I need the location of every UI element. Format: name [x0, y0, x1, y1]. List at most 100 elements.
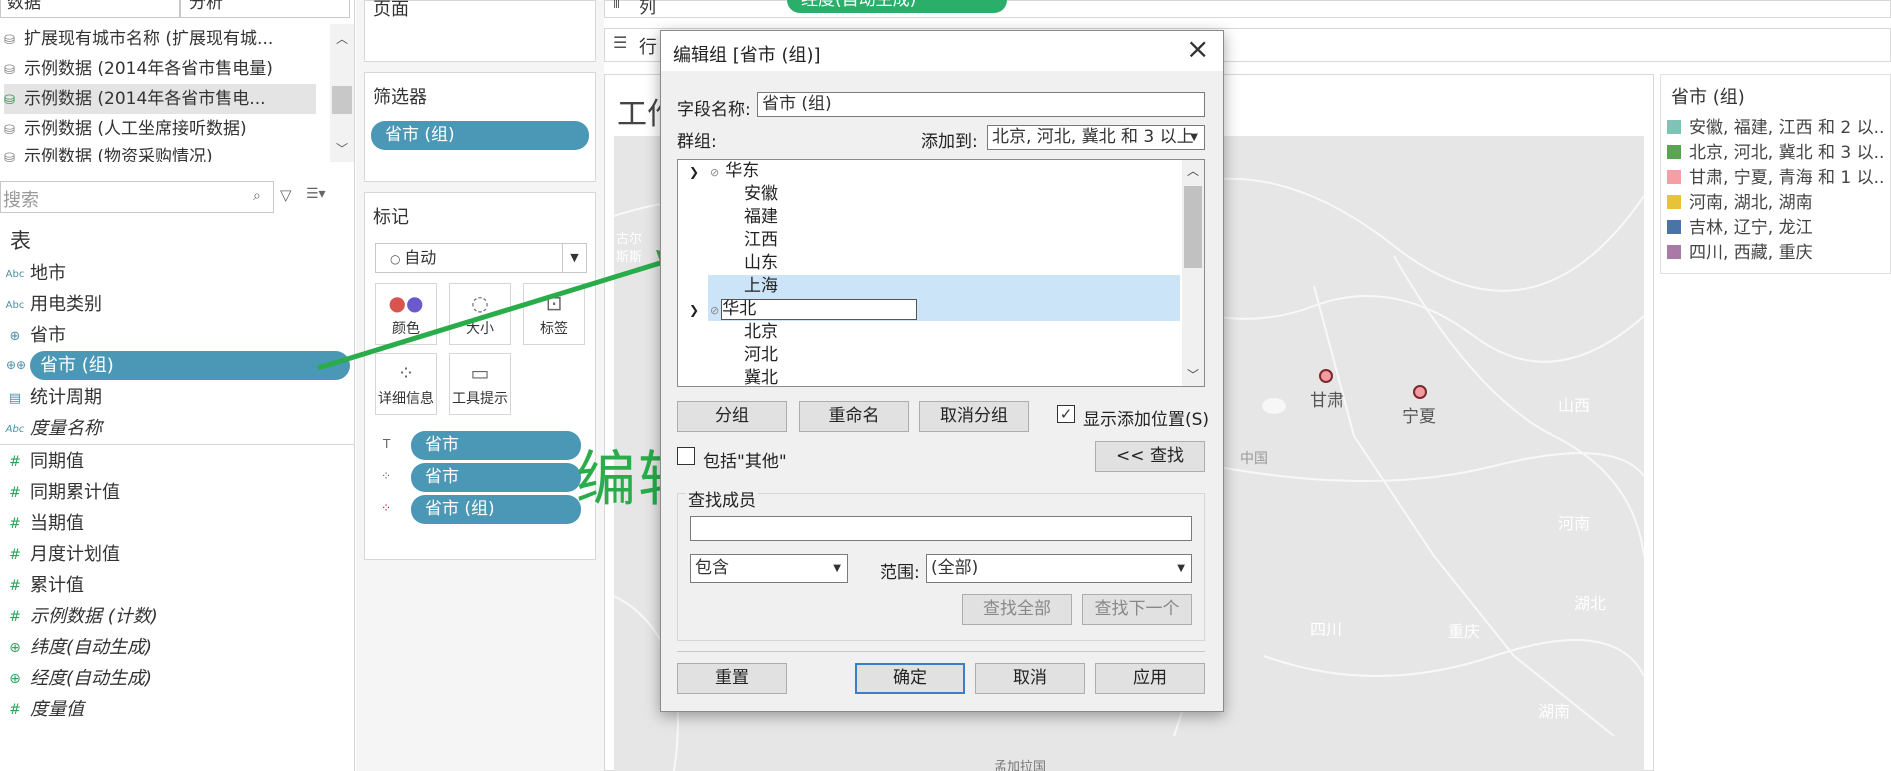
show-add-location-label: 显示添加位置(S) [1083, 410, 1210, 430]
database-icon: ⛁ [4, 33, 15, 48]
search-input[interactable]: 搜索 [3, 186, 39, 212]
scroll-thumb[interactable] [1184, 186, 1202, 268]
measure-item[interactable]: # 度量值 [0, 694, 350, 725]
tree-member-row[interactable]: 江西 [678, 229, 1178, 252]
field-item[interactable]: Abc 度量名称 [0, 413, 350, 444]
measure-item[interactable]: # 示例数据 (计数) [0, 601, 350, 632]
columns-pill[interactable]: 经度(自动生成) [787, 0, 1007, 13]
tree-member-row[interactable]: 冀北 [678, 367, 1178, 386]
rename-input[interactable]: 华北 [721, 298, 918, 320]
field-label: 统计周期 [30, 387, 102, 408]
tree-member-row[interactable]: 北京 [678, 321, 1178, 344]
mark-pill[interactable]: 省市 [411, 431, 581, 460]
field-item[interactable]: ▤ 统计周期 [0, 382, 350, 413]
tree-group-row[interactable]: ❯ ⊘ 华东 [678, 160, 1178, 183]
chevron-down-icon[interactable]: ❯ [678, 299, 710, 322]
measure-item[interactable]: ⊕ 经度(自动生成) [0, 663, 350, 694]
ungroup-button[interactable]: 取消分组 [919, 401, 1029, 432]
datasource-label: 扩展现有城市名称 (扩展现有城... [24, 29, 274, 49]
find-mode-dropdown[interactable]: 包含 ▼ [690, 554, 848, 583]
find-next-button[interactable]: 查找下一个 [1082, 594, 1192, 625]
include-other-checkbox[interactable] [677, 447, 695, 465]
datasource-item[interactable]: ⛁ 示例数据 (物资采购情况) [4, 144, 316, 162]
legend-item[interactable]: 四川, 西藏, 重庆 [1667, 241, 1813, 265]
tree-member-row-highlighted[interactable]: 上海 [708, 275, 1180, 298]
columns-shelf[interactable]: ⦀ 列 经度(自动生成) [604, 0, 1891, 18]
map-mark[interactable] [1413, 385, 1427, 399]
tab-data[interactable]: 数据 [0, 0, 180, 18]
measure-item[interactable]: # 当期值 [0, 508, 350, 539]
field-item[interactable]: ⊕ 省市 [0, 320, 350, 351]
measure-item[interactable]: # 月度计划值 [0, 539, 350, 570]
measure-item[interactable]: # 同期值 [0, 446, 350, 477]
field-item[interactable]: Abc 用电类别 [0, 289, 350, 320]
show-add-location-checkbox[interactable]: ✓ [1057, 405, 1075, 423]
tree-scrollbar[interactable]: ︿ ﹀ [1182, 160, 1204, 386]
apply-button[interactable]: 应用 [1095, 663, 1205, 694]
group-button[interactable]: 分组 [677, 401, 787, 432]
group-tree[interactable]: ❯ ⊘ 华东 安徽 福建 江西 山东 上海 ❯ ⊘ 华北 北京 河北 冀北 ︿ ﹀ [677, 159, 1205, 387]
measure-item[interactable]: ⊕ 纬度(自动生成) [0, 632, 350, 663]
datasource-item-active[interactable]: ⛁ 示例数据 (2014年各省市售电... [4, 84, 316, 114]
rename-button-label: 重命名 [828, 406, 880, 426]
tree-item-label: 北京 [744, 322, 778, 342]
pages-shelf[interactable]: 页面 [364, 0, 596, 62]
measure-icon: # [9, 484, 21, 501]
measure-icon: # [9, 515, 21, 532]
tree-member-row[interactable]: 河北 [678, 344, 1178, 367]
close-icon[interactable]: × [1186, 33, 1209, 65]
legend-item[interactable]: 河南, 湖北, 湖南 [1667, 191, 1813, 215]
scroll-down-icon[interactable]: ﹀ [1187, 366, 1199, 383]
field-label: 度量名称 [30, 418, 102, 439]
paperclip-icon: ⊘ [710, 304, 720, 317]
tree-member-row[interactable]: 安徽 [678, 183, 1178, 206]
view-options-icon[interactable]: ☰▾ [306, 186, 326, 202]
chevron-down-icon[interactable]: ❯ [678, 161, 710, 184]
scroll-up-icon[interactable]: ︿ [336, 30, 348, 47]
search-box[interactable]: 搜索 ⌕ [0, 181, 274, 213]
add-to-dropdown[interactable]: 北京, 河北, 冀北 和 3 以上 ▼ [987, 125, 1205, 150]
tab-analysis[interactable]: 分析 [180, 0, 350, 18]
tab-data-label: 数据 [7, 0, 41, 13]
rename-button[interactable]: 重命名 [799, 401, 909, 432]
find-input[interactable] [690, 516, 1192, 541]
filter-icon[interactable]: ▽ [280, 186, 292, 204]
legend-item[interactable]: 北京, 河北, 冀北 和 3 以.. [1667, 141, 1884, 165]
legend-item[interactable]: 安徽, 福建, 江西 和 2 以.. [1667, 116, 1884, 140]
measure-item[interactable]: # 累计值 [0, 570, 350, 601]
scroll-down-icon[interactable]: ﹀ [336, 140, 348, 157]
datasource-item[interactable]: ⛁ 扩展现有城市名称 (扩展现有城... [4, 24, 316, 54]
mark-pill[interactable]: 省市 [411, 463, 581, 492]
tables-heading: 表 [10, 229, 31, 253]
tree-member-row[interactable]: 山东 [678, 252, 1178, 275]
mark-pill[interactable]: 省市 (组) [411, 495, 581, 524]
scroll-up-icon[interactable]: ︿ [1187, 162, 1199, 179]
reset-button[interactable]: 重置 [677, 663, 787, 694]
tree-member-row[interactable]: 福建 [678, 206, 1178, 229]
database-icon: ⛁ [4, 123, 15, 138]
datasource-scrollbar[interactable]: ︿ ﹀ [330, 24, 354, 162]
find-mode-value: 包含 [695, 558, 729, 578]
field-name-input[interactable]: 省市 (组) [757, 92, 1205, 117]
find-toggle-button[interactable]: << 查找 [1095, 441, 1205, 472]
map-label-faint: 重庆 [1448, 622, 1481, 641]
chevron-down-icon: ▼ [833, 563, 841, 574]
map-mark[interactable] [1319, 369, 1333, 383]
cancel-button[interactable]: 取消 [975, 663, 1085, 694]
scope-dropdown[interactable]: (全部) ▼ [926, 554, 1192, 583]
filter-pill[interactable]: 省市 (组) [371, 121, 589, 150]
tree-group-row[interactable]: ❯ ⊘ 华北 [678, 298, 1178, 321]
color-shelf-icon: ⁘ [381, 501, 392, 515]
filters-shelf[interactable]: 筛选器 省市 (组) [364, 72, 596, 182]
find-all-button[interactable]: 查找全部 [962, 594, 1072, 625]
legend-swatch [1667, 145, 1681, 159]
ok-button[interactable]: 确定 [855, 663, 965, 694]
field-item[interactable]: Abc 地市 [0, 258, 350, 289]
datasource-item[interactable]: ⛁ 示例数据 (人工坐席接听数据) [4, 114, 316, 144]
datasource-item[interactable]: ⛁ 示例数据 (2014年各省市售电量) [4, 54, 316, 84]
database-active-icon: ⛁ [4, 93, 15, 108]
scroll-thumb[interactable] [332, 86, 352, 114]
legend-item[interactable]: 吉林, 辽宁, 龙江 [1667, 216, 1813, 240]
legend-item[interactable]: 甘肃, 宁夏, 青海 和 1 以.. [1667, 166, 1884, 190]
measure-item[interactable]: # 同期累计值 [0, 477, 350, 508]
